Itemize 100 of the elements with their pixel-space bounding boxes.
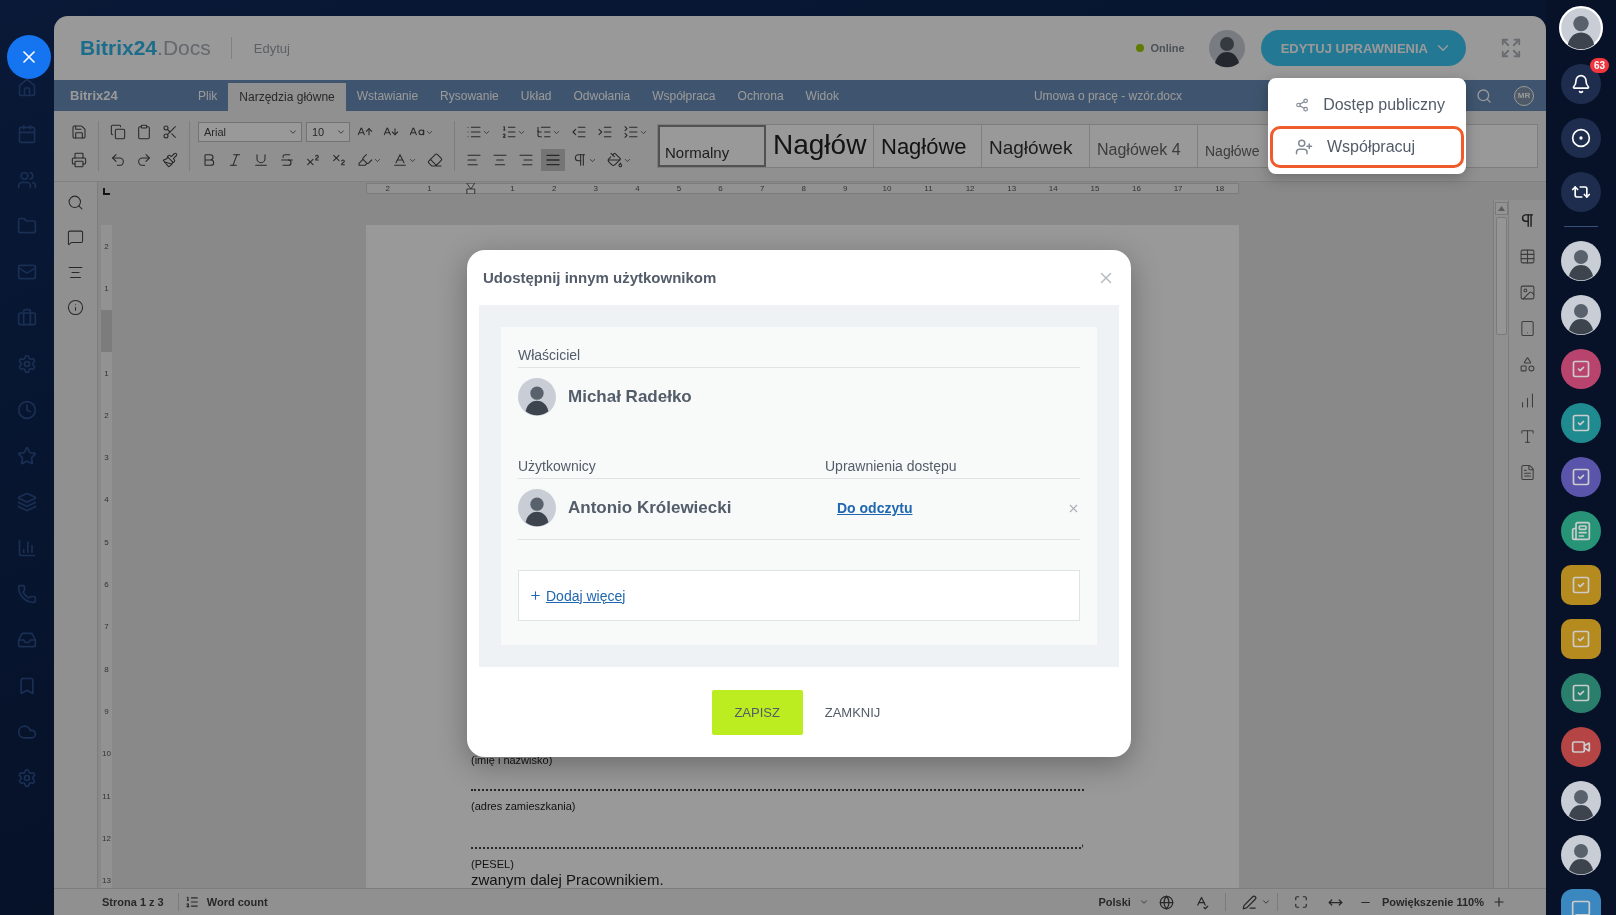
task-button[interactable] bbox=[1561, 349, 1601, 389]
app-icon[interactable] bbox=[17, 78, 37, 98]
numbered-list-icon[interactable] bbox=[501, 124, 517, 140]
bell-icon[interactable] bbox=[1571, 74, 1591, 94]
copy-icon[interactable] bbox=[110, 124, 126, 140]
checkbox-icon[interactable] bbox=[1571, 413, 1591, 433]
bold-icon[interactable] bbox=[201, 152, 217, 168]
scroll-thumb[interactable] bbox=[1495, 217, 1507, 335]
checkbox-icon[interactable] bbox=[1571, 683, 1591, 703]
shapes-icon[interactable] bbox=[1519, 356, 1536, 373]
text-art-icon[interactable] bbox=[1519, 428, 1536, 445]
cut-icon[interactable] bbox=[162, 124, 178, 140]
table-icon[interactable] bbox=[1519, 248, 1536, 265]
header-footer-icon[interactable] bbox=[1519, 320, 1536, 337]
highlight-icon[interactable] bbox=[357, 152, 373, 168]
tab-stop-icon[interactable] bbox=[102, 186, 111, 196]
search-icon[interactable] bbox=[67, 194, 84, 211]
menu-tab[interactable]: Widok bbox=[794, 80, 850, 111]
line-spacing-icon[interactable] bbox=[623, 124, 639, 140]
subscript-icon[interactable] bbox=[331, 152, 347, 168]
mail-merge-icon[interactable] bbox=[1519, 464, 1536, 481]
paragraph-settings-icon[interactable] bbox=[1519, 212, 1536, 229]
avatar bbox=[518, 489, 556, 527]
track-changes-icon[interactable] bbox=[1241, 894, 1257, 910]
save-icon[interactable] bbox=[71, 124, 87, 140]
add-link[interactable]: Dodaj więcej bbox=[546, 587, 626, 604]
paste-icon[interactable] bbox=[136, 124, 152, 140]
word-count-icon[interactable] bbox=[184, 895, 199, 909]
task-button[interactable] bbox=[1561, 619, 1601, 659]
plus-icon[interactable] bbox=[529, 589, 542, 602]
share-icon[interactable] bbox=[1295, 96, 1310, 114]
shading-icon[interactable] bbox=[607, 152, 623, 168]
format-painter-icon[interactable] bbox=[162, 152, 178, 168]
task-button[interactable] bbox=[1561, 673, 1601, 713]
font-color-icon[interactable] bbox=[392, 152, 408, 168]
expand-icon[interactable] bbox=[1500, 37, 1522, 59]
checkbox-icon[interactable] bbox=[1571, 629, 1591, 649]
italic-icon[interactable] bbox=[227, 152, 243, 168]
eraser-icon[interactable] bbox=[427, 152, 443, 168]
search-icon[interactable] bbox=[1476, 87, 1492, 104]
checkbox-icon[interactable] bbox=[1571, 359, 1591, 379]
caret-icon[interactable] bbox=[1260, 897, 1271, 907]
menu-tab[interactable]: Odwołania bbox=[562, 80, 642, 111]
image-icon[interactable] bbox=[1519, 284, 1536, 301]
bullet-list-icon[interactable] bbox=[466, 124, 482, 140]
menu-item[interactable]: Współpracuj bbox=[1270, 126, 1464, 168]
caret-icon[interactable] bbox=[1138, 897, 1149, 907]
word-count-label[interactable]: Word count bbox=[198, 896, 276, 908]
align-right-icon[interactable] bbox=[518, 152, 534, 168]
comment-icon[interactable] bbox=[67, 229, 84, 246]
navigation-icon[interactable] bbox=[67, 264, 84, 281]
chat-button[interactable] bbox=[1561, 172, 1601, 212]
permission-link[interactable]: Do odczytu bbox=[837, 500, 913, 516]
target-button[interactable] bbox=[1561, 118, 1601, 158]
style-preset[interactable]: Normalny bbox=[658, 125, 766, 167]
scroll-up-button[interactable] bbox=[1494, 202, 1508, 215]
menu-tab[interactable]: Wstawianie bbox=[345, 80, 430, 111]
menu-tab[interactable]: Ochrona bbox=[726, 80, 795, 111]
user-initials[interactable]: MR bbox=[1514, 85, 1534, 106]
close-text-button[interactable]: ZAMKNIJ bbox=[818, 703, 887, 721]
fit-page-icon[interactable] bbox=[1293, 895, 1308, 909]
task-button[interactable] bbox=[1561, 403, 1601, 443]
task-button[interactable] bbox=[1561, 457, 1601, 497]
chart-icon[interactable] bbox=[1519, 392, 1536, 409]
menu-tab[interactable]: Rysowanie bbox=[429, 80, 510, 111]
redo-icon[interactable] bbox=[136, 152, 152, 168]
add-user-icon[interactable] bbox=[1295, 138, 1313, 156]
undo-icon[interactable] bbox=[110, 152, 126, 168]
video-button[interactable] bbox=[1561, 727, 1601, 767]
font-select[interactable]: Arial bbox=[198, 122, 302, 142]
news-button[interactable] bbox=[1561, 511, 1601, 551]
size-select[interactable]: 10 bbox=[306, 122, 350, 142]
align-left-icon[interactable] bbox=[466, 152, 482, 168]
pilcrow-icon[interactable] bbox=[572, 152, 588, 168]
menu-tab[interactable]: Współpraca bbox=[641, 80, 727, 111]
close-button[interactable] bbox=[7, 35, 51, 79]
multilevel-list-icon[interactable] bbox=[536, 124, 552, 140]
task-button[interactable] bbox=[1561, 565, 1601, 605]
save-button[interactable]: ZAPISZ bbox=[711, 689, 803, 735]
caret-icon[interactable] bbox=[336, 127, 346, 137]
underline-icon[interactable] bbox=[253, 152, 269, 168]
indent-icon[interactable] bbox=[597, 124, 613, 140]
menu-tab[interactable]: Układ bbox=[509, 80, 563, 111]
strikethrough-icon[interactable] bbox=[279, 152, 295, 168]
checkbox-icon[interactable] bbox=[1571, 575, 1591, 595]
align-center-icon[interactable] bbox=[492, 152, 508, 168]
outdent-icon[interactable] bbox=[571, 124, 587, 140]
menu-tab[interactable]: Narzędzia główne bbox=[228, 83, 346, 111]
triangle-icon[interactable] bbox=[1497, 206, 1505, 211]
checkbox-icon[interactable] bbox=[1571, 467, 1591, 487]
globe-icon[interactable] bbox=[1158, 894, 1174, 910]
caret-icon[interactable] bbox=[288, 127, 298, 137]
print-icon[interactable] bbox=[71, 152, 87, 168]
brand-label: Bitrix24 bbox=[70, 87, 119, 105]
info-icon[interactable] bbox=[67, 299, 84, 316]
superscript-icon[interactable] bbox=[305, 152, 321, 168]
target-icon[interactable] bbox=[1571, 128, 1591, 148]
zoom-in-icon[interactable] bbox=[1492, 895, 1506, 909]
menu-tab[interactable]: Plik bbox=[187, 80, 229, 111]
language-select[interactable]: Polski bbox=[1090, 896, 1139, 908]
